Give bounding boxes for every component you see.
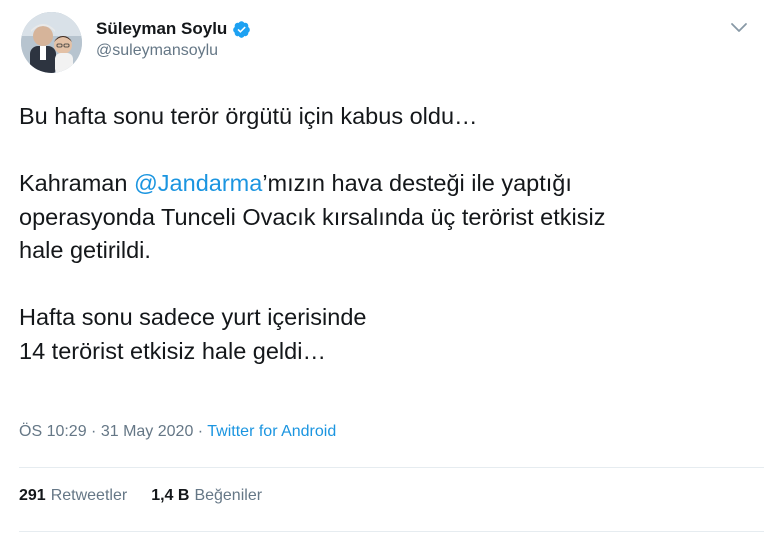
tweet-text: Bu hafta sonu terör örgütü için kabus ol… [19,100,759,368]
tweet-line: Bu hafta sonu terör örgütü için kabus ol… [19,103,478,129]
retweets-label: Retweetler [50,487,128,504]
likes-label: Beğeniler [194,487,263,504]
mention-link[interactable]: @Jandarma [134,170,262,196]
tweet-text-segment: Kahraman [19,170,134,196]
divider [19,531,764,532]
tweet-meta: ÖS 10:29 · 31 May 2020 · Twitter for And… [19,423,336,441]
tweet-line: Hafta sonu sadece yurt içerisinde [19,304,367,330]
tweet-line: operasyonda Tunceli Ovacık kırsalında üç… [19,203,606,230]
handle[interactable]: @suleymansoylu [96,42,251,60]
tweet-stats: 291 Retweetler 1,4 B Beğeniler [19,487,262,505]
retweets-stat[interactable]: 291 Retweetler [19,487,127,505]
tweet-text-segment: ’mızın hava desteği ile yaptığı [262,170,572,196]
tweet-card: Süleyman Soylu @suleymansoylu Bu hafta s… [0,0,770,534]
display-name[interactable]: Süleyman Soylu [96,19,227,39]
profile-photo-icon [21,12,82,73]
author-block: Süleyman Soylu @suleymansoylu [96,18,251,60]
source-link[interactable]: Twitter for Android [207,423,336,440]
retweets-count: 291 [19,487,46,504]
timestamp[interactable]: ÖS 10:29 [19,423,87,440]
date[interactable]: 31 May 2020 [101,423,194,440]
likes-stat[interactable]: 1,4 B Beğeniler [151,487,262,505]
tweet-line: Kahraman @Jandarma’mızın hava desteği il… [19,167,759,201]
likes-count: 1,4 B [151,487,190,504]
tweet-line: hale getirildi. [19,237,151,263]
tweet-line: 14 terörist etkisiz hale geldi… [19,337,326,364]
divider [19,467,764,468]
meta-separator: · [86,423,101,440]
avatar[interactable] [21,12,82,73]
verified-badge-icon [233,20,251,38]
chevron-down-icon[interactable] [729,20,749,34]
name-row: Süleyman Soylu [96,18,251,40]
meta-separator: · [193,423,208,440]
